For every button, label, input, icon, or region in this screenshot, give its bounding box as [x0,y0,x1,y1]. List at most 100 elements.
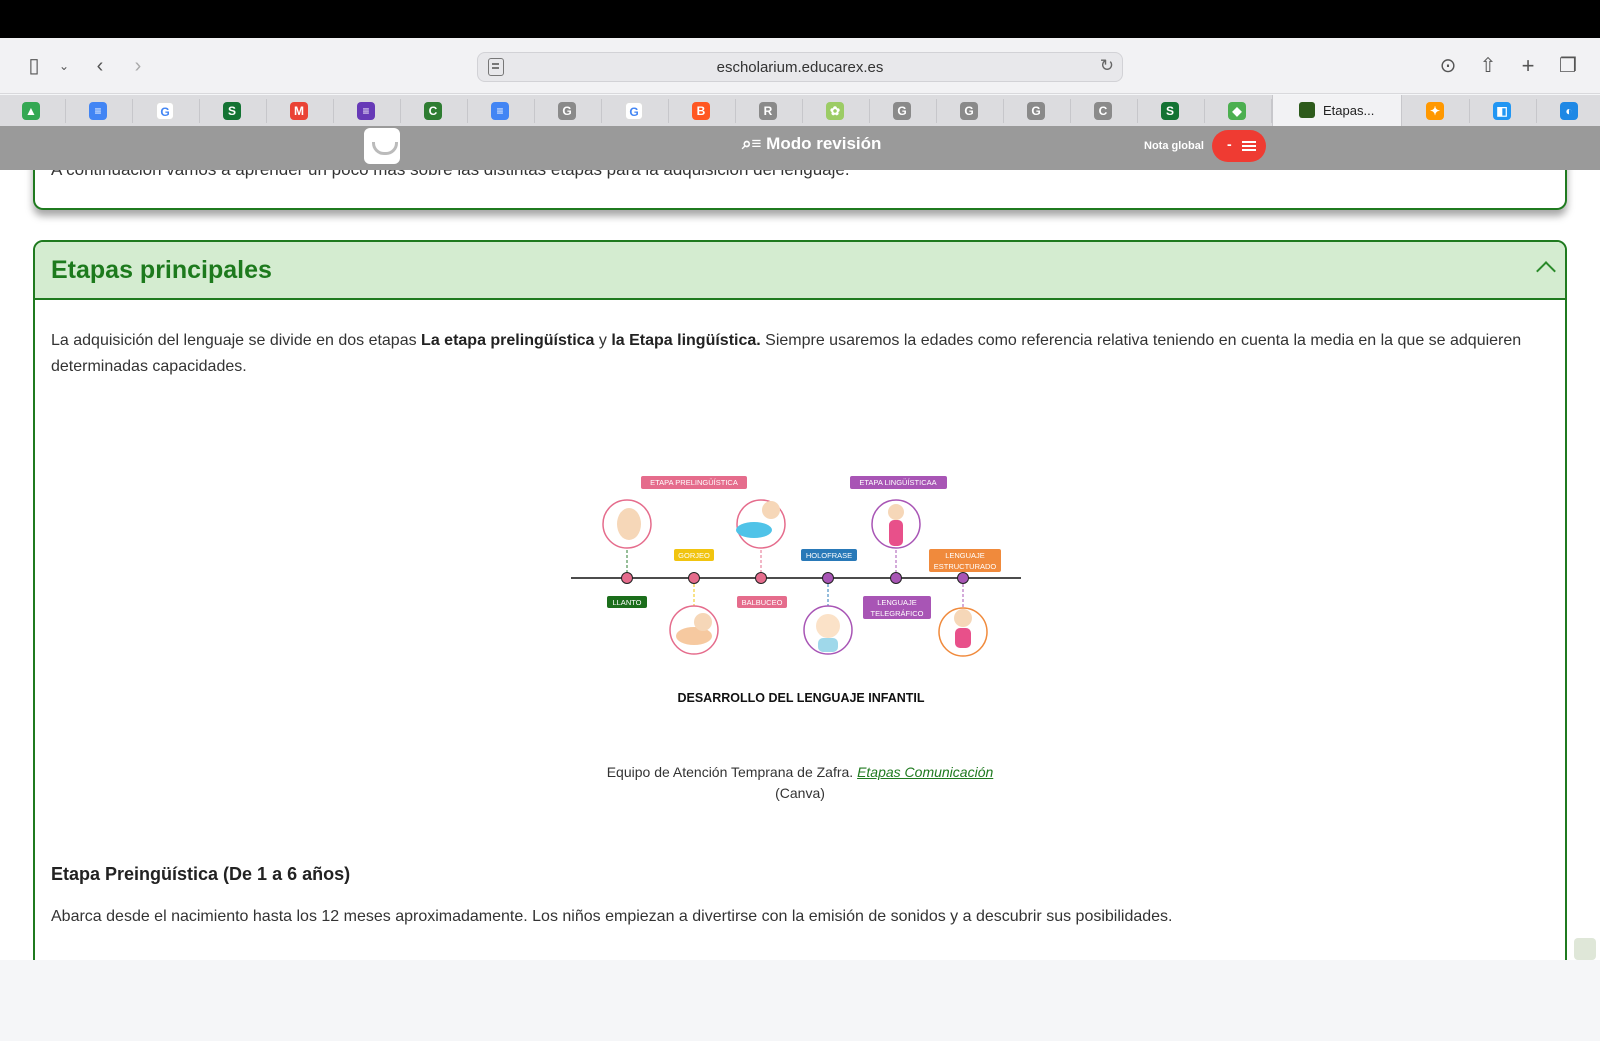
nota-global-label: Nota global [1144,140,1204,152]
pinned-tab[interactable]: G [536,99,602,123]
nota-value: - [1227,136,1232,152]
pinned-tab[interactable]: C [402,99,468,123]
pinned-tab[interactable]: R [737,99,803,123]
site-globe-icon: S [223,102,241,120]
figure-caption: DESARROLLO DEL LENGUAJE INFANTIL [677,691,924,705]
browser-toolbar: ▯ ⌄ ‹ › escholarium.educarex.es ↻ ⊙ ⇧ + … [0,38,1600,94]
label-lenguaje-telegrafico-2: TELEGRÁFICO [871,609,924,618]
tab-overview-icon[interactable]: ❐ [1556,54,1580,78]
pinned-tab[interactable]: ✿ [804,99,870,123]
nota-global-button[interactable]: - [1212,130,1266,162]
app-colored-icon: ◧ [1493,102,1511,120]
review-mode-title: ⌕≡ Modo revisión [742,134,882,153]
previous-card-text: A continuación vamos a aprender un poco … [51,170,850,180]
label-etapa-linguistica: ETAPA LINGÜÍSTICAA [859,478,936,487]
pinned-tab[interactable]: C [1072,99,1138,123]
pinned-tab[interactable]: G [938,99,1004,123]
smiley-logo-icon[interactable] [364,128,400,164]
paragraph-2: Abarca desde el nacimiento hasta los 12 … [51,908,1173,925]
timeline-point-gorjeo [688,572,700,584]
image-credit: Equipo de Atención Temprana de Zafra. Et… [606,764,994,801]
pinned-tab[interactable]: G [603,99,669,123]
letter-g-icon: G [558,102,576,120]
label-holofrase: HOLOFRASE [806,551,852,560]
pinned-tab[interactable]: S [201,99,267,123]
google-forms-icon: ≡ [357,102,375,120]
site-globe-icon: S [1161,102,1179,120]
label-gorjeo: GORJEO [678,551,710,560]
letter-c-icon: C [1094,102,1112,120]
blogger-icon: B [692,102,710,120]
chevron-up-icon[interactable] [1536,261,1556,281]
label-llanto: LLANTO [612,598,641,607]
letter-g-icon: G [893,102,911,120]
image-favicon-icon: ✿ [826,102,844,120]
pinned-tab[interactable]: ✦ [1404,99,1470,123]
google-drive-icon: ▲ [22,102,40,120]
active-tab-title: Etapas... [1323,103,1375,118]
pinned-tab[interactable]: M [268,99,334,123]
pinned-tab[interactable]: ≡ [335,99,401,123]
credit-note: (Canva) [775,785,825,801]
shapes-icon: ◆ [1228,102,1246,120]
chevron-down-icon[interactable]: ⌄ [52,54,76,78]
pinned-tab[interactable]: G [871,99,937,123]
previous-card: A continuación vamos a aprender un poco … [33,170,1567,210]
puzzle-colored-icon: ✦ [1426,102,1444,120]
section-title: Etapas principales [51,256,272,284]
section-header[interactable]: Etapas principales [35,242,1565,300]
language-development-timeline: ETAPA PRELINGÜÍSTICA ETAPA LINGÜÍSTICAA … [571,476,1021,705]
new-tab-icon[interactable]: + [1516,54,1540,78]
tab-strip: ▲ ≡ G S M ≡ C ≡ G G B R ✿ G G G C S ◆ Etapas... ✦ ◧ ◐ [0,95,1600,126]
share-icon[interactable]: ⇧ [1476,54,1500,78]
google-docs-icon: ≡ [89,102,107,120]
subheading: Etapa Preingüística (De 1 a 6 años) [51,864,351,884]
pinned-tab[interactable]: B [670,99,736,123]
timeline-point-telegrafico [890,572,902,584]
pinned-tab[interactable]: S [1139,99,1205,123]
letter-g-icon: G [1027,102,1045,120]
page-footer-area [0,960,1600,1041]
google-icon: G [625,102,643,120]
pinned-tab[interactable]: ◐ [1538,99,1600,123]
address-bar[interactable]: escholarium.educarex.es ↻ [477,52,1123,82]
label-balbuceo: BALBUCEO [742,598,783,607]
google-icon: G [156,102,174,120]
url-text: escholarium.educarex.es [716,59,884,76]
site-c-icon: C [424,102,442,120]
label-lenguaje-estructurado-1: LENGUAJE [945,551,985,560]
pinned-tab[interactable]: ◆ [1206,99,1272,123]
pinned-tab[interactable]: ▲ [0,99,66,123]
timeline-point-estructurado [957,572,969,584]
menu-icon [1242,141,1256,143]
label-lenguaje-telegrafico-1: LENGUAJE [877,598,917,607]
credit-link[interactable]: Etapas Comunicación [857,764,993,780]
extension-icon[interactable] [1574,938,1596,960]
reload-icon[interactable]: ↻ [1100,56,1114,76]
pinned-tab[interactable]: ≡ [67,99,133,123]
section-card: Etapas principales La adquisición del le… [33,240,1567,960]
window-top-bar [0,0,1600,38]
letter-r-icon: R [759,102,777,120]
label-etapa-prelinguistica: ETAPA PRELINGÜÍSTICA [650,478,738,487]
page-content: A continuación vamos a aprender un poco … [0,170,1600,960]
gmail-icon: M [290,102,308,120]
pinned-tab[interactable]: ◧ [1471,99,1537,123]
active-tab[interactable]: Etapas... [1272,95,1402,126]
letter-g-icon: G [960,102,978,120]
pinned-tab[interactable]: G [134,99,200,123]
timeline-point-llanto [621,572,633,584]
forward-icon[interactable]: › [126,54,150,78]
timeline-point-holofrase [822,572,834,584]
intro-paragraph: La adquisición del lenguaje se divide en… [51,332,1522,375]
search-list-icon: ⌕≡ [742,134,767,153]
app-header: ⌕≡ Modo revisión Nota global - [0,126,1600,170]
pinned-tab[interactable]: ≡ [469,99,535,123]
download-icon[interactable]: ⊙ [1436,54,1460,78]
pinned-tab[interactable]: G [1005,99,1071,123]
site-favicon-icon [1299,102,1315,118]
sidebar-toggle-icon[interactable]: ▯ [22,54,46,78]
timeline-point-balbuceo [755,572,767,584]
back-icon[interactable]: ‹ [88,54,112,78]
flame-icon: ◐ [1560,102,1578,120]
